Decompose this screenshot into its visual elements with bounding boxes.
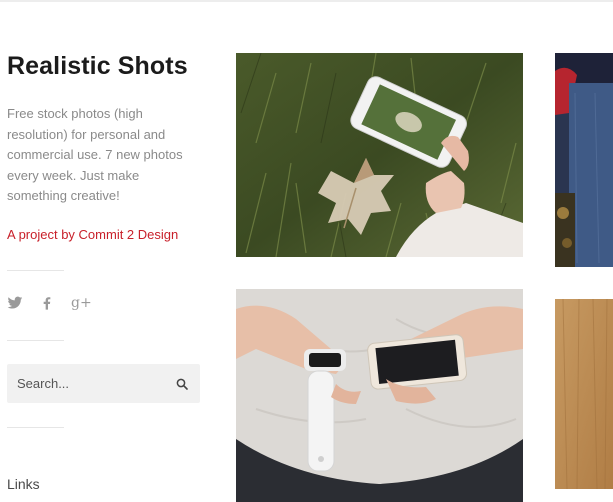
divider <box>7 340 64 341</box>
photo-person-jeans-image <box>555 53 613 267</box>
links-heading: Links <box>7 476 40 492</box>
site-description: Free stock photos (high resolution) for … <box>7 106 183 203</box>
google-plus-icon[interactable]: g+ <box>71 295 92 311</box>
facebook-icon[interactable] <box>39 295 55 311</box>
divider <box>7 270 64 271</box>
twitter-icon[interactable] <box>7 295 23 311</box>
photo-watch-phone-image <box>236 289 523 502</box>
search-input[interactable] <box>17 364 167 403</box>
project-link[interactable]: A project by Commit 2 Design <box>7 227 178 242</box>
photo-wood[interactable] <box>555 299 613 489</box>
photo-phone-grass-image <box>236 53 523 257</box>
search-icon[interactable] <box>176 377 188 390</box>
site-title[interactable]: Realistic Shots <box>7 52 188 81</box>
page: Realistic Shots Free stock photos (high … <box>0 0 613 502</box>
photo-wood-image <box>555 299 613 489</box>
divider <box>7 427 64 428</box>
social-links: g+ <box>7 293 105 313</box>
sidebar: Realistic Shots Free stock photos (high … <box>7 0 207 502</box>
photo-phone-grass[interactable] <box>236 53 523 257</box>
search-box <box>7 364 200 403</box>
photo-person-jeans[interactable] <box>555 53 613 267</box>
photo-watch-phone[interactable] <box>236 289 523 502</box>
